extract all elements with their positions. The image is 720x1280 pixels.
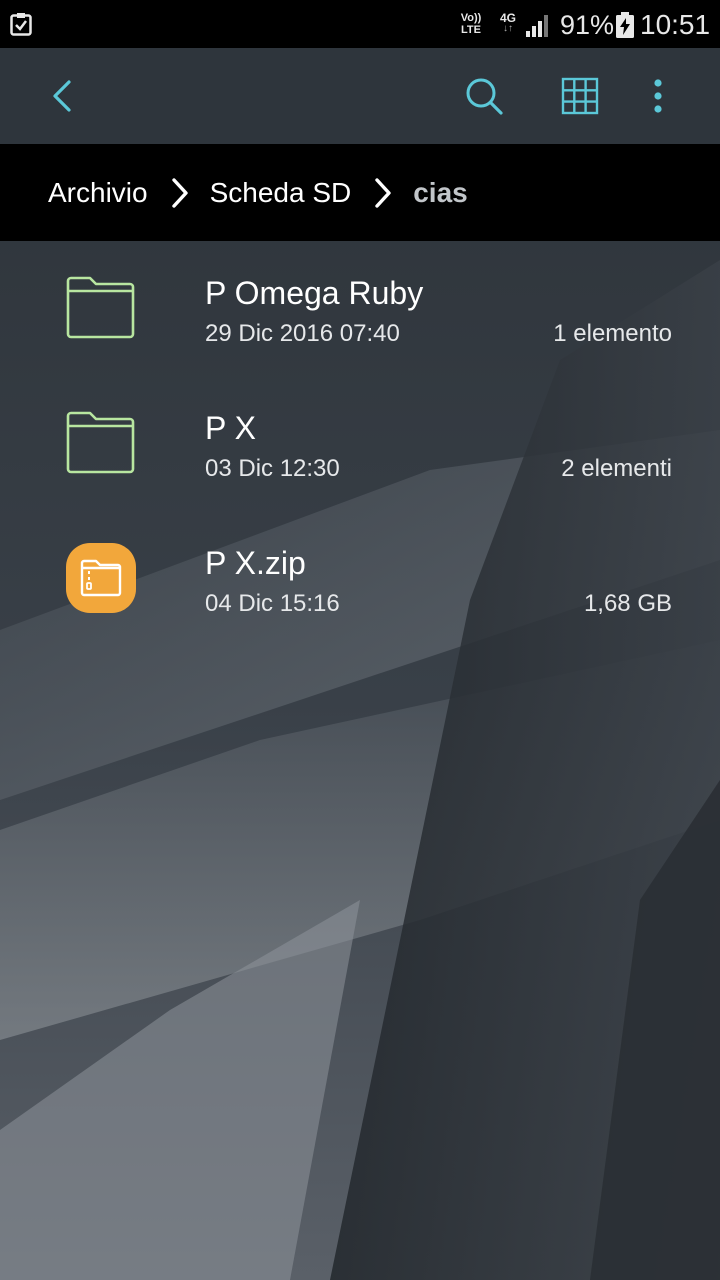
- status-bar: Vo)) LTE 4G ↓↑ 91% 10:51: [0, 0, 720, 48]
- clock: 10:51: [640, 9, 711, 40]
- breadcrumb-item-archivio[interactable]: Archivio: [48, 176, 148, 210]
- grid-view-icon: [561, 77, 599, 115]
- file-date: 04 Dic 15:16: [205, 590, 340, 617]
- search-button[interactable]: [460, 72, 508, 120]
- breadcrumb-item-scheda-sd[interactable]: Scheda SD: [210, 176, 352, 210]
- folder-icon: [66, 411, 135, 474]
- chevron-right-icon: [171, 177, 188, 208]
- file-date: 29 Dic 2016 07:40: [205, 320, 400, 347]
- file-name: P X.zip: [205, 545, 306, 581]
- file-item-count: 1 elemento: [553, 320, 672, 347]
- volte-label: Vo)): [460, 12, 482, 24]
- chevron-left-icon: [53, 80, 71, 112]
- file-size: 1,68 GB: [583, 590, 672, 617]
- search-icon: [466, 78, 503, 115]
- volte-indicator: Vo)) LTE: [457, 12, 485, 36]
- list-item[interactable]: P X.zip 04 Dic 15:16 1,68 GB: [0, 511, 720, 646]
- grid-view-button[interactable]: [556, 72, 604, 120]
- app-bar: [0, 48, 720, 144]
- file-name: P X: [205, 410, 256, 446]
- battery-percent: 91%: [560, 10, 615, 40]
- lte-label: LTE: [461, 24, 481, 36]
- signal-strength-icon: [526, 15, 548, 37]
- file-name: P Omega Ruby: [205, 275, 424, 311]
- chevron-right-icon: [375, 177, 391, 208]
- breadcrumb: Archivio Scheda SD cias: [0, 144, 720, 241]
- more-options-button[interactable]: [634, 72, 682, 120]
- more-vert-icon: [654, 79, 662, 113]
- battery-charging-icon: [616, 12, 634, 38]
- network-indicator: 4G ↓↑: [496, 12, 520, 34]
- zip-archive-icon: [66, 543, 136, 613]
- folder-icon: [66, 276, 135, 339]
- file-item-count: 2 elementi: [561, 455, 672, 482]
- breadcrumb-item-cias: cias: [413, 176, 468, 208]
- data-activity-icon: ↓↑: [503, 23, 513, 34]
- back-button[interactable]: [38, 72, 86, 120]
- task-checklist-icon: [10, 13, 32, 36]
- list-item[interactable]: P X 03 Dic 12:30 2 elementi: [0, 376, 720, 511]
- file-list: P Omega Ruby 29 Dic 2016 07:40 1 element…: [0, 241, 720, 646]
- file-date: 03 Dic 12:30: [205, 455, 340, 482]
- list-item[interactable]: P Omega Ruby 29 Dic 2016 07:40 1 element…: [0, 241, 720, 376]
